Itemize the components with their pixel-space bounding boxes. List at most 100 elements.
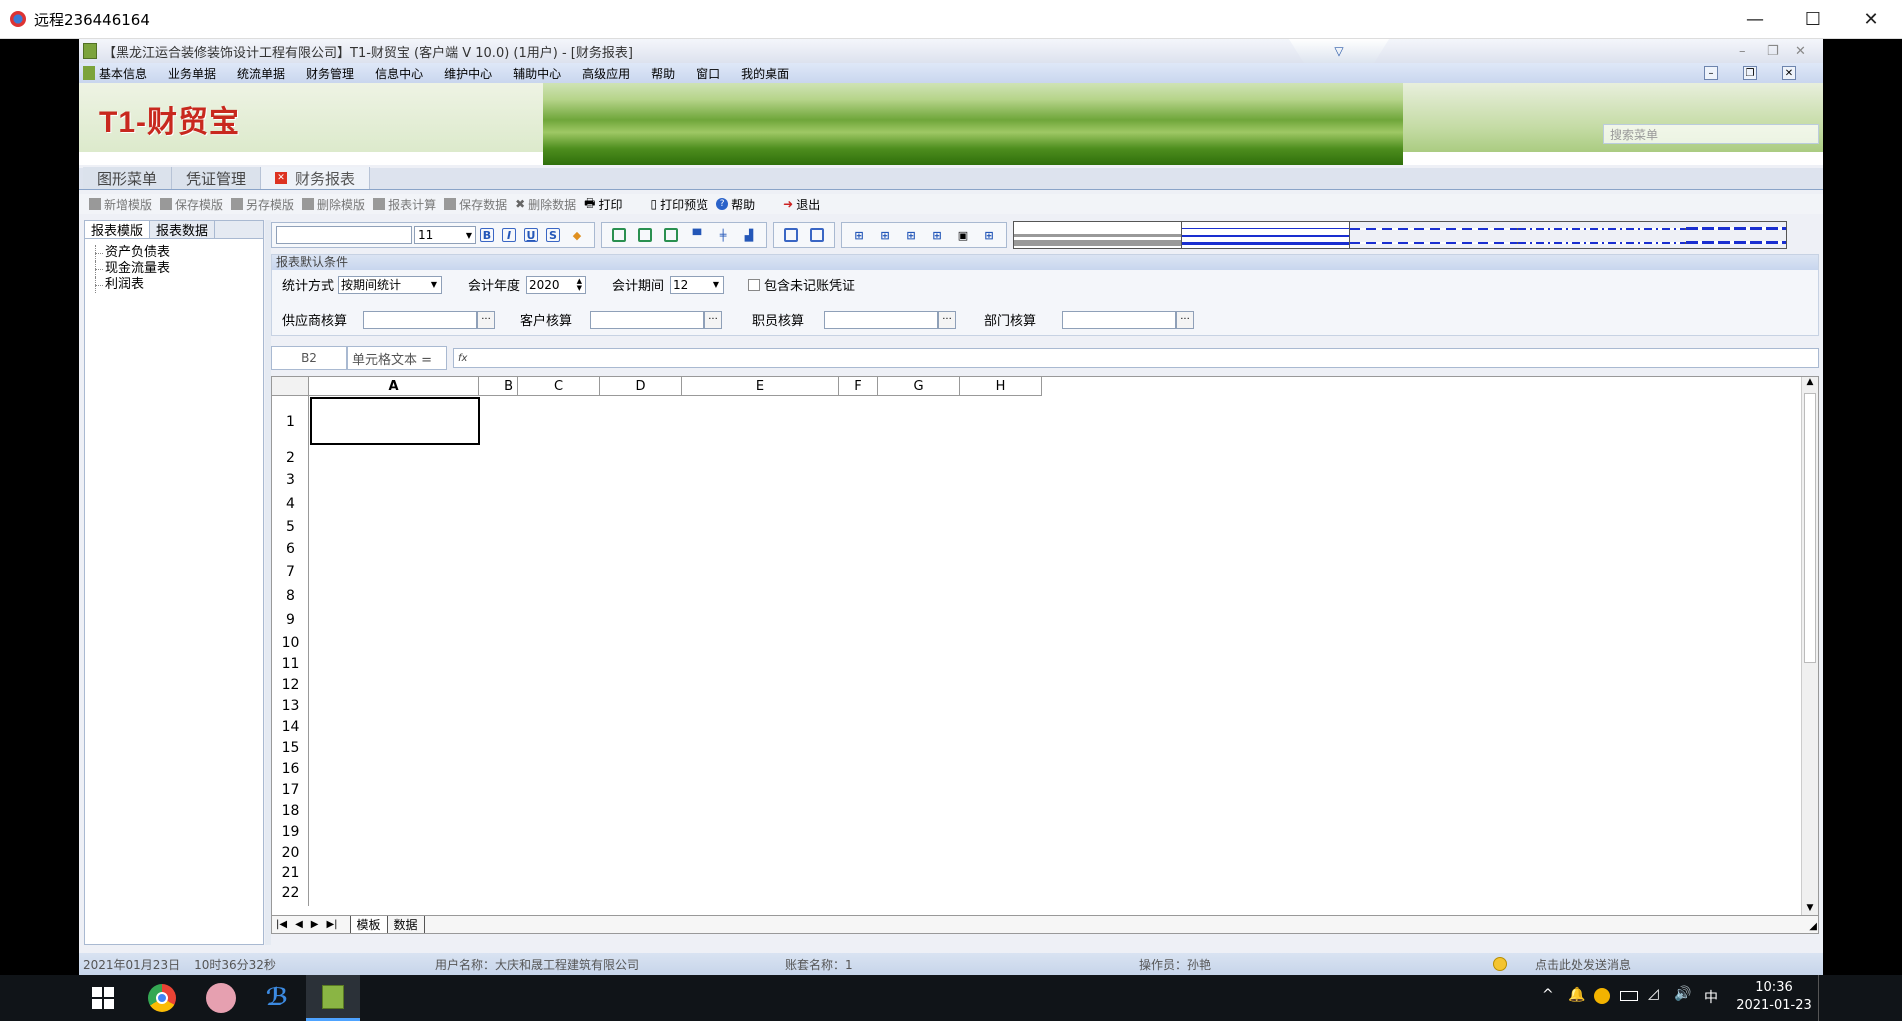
line-style-blue[interactable] xyxy=(1182,222,1350,248)
align-middle-icon[interactable]: ╪ xyxy=(714,226,732,244)
menu-item[interactable]: 辅助中心 xyxy=(513,65,561,82)
underline-button[interactable]: U xyxy=(524,228,538,242)
row-header[interactable]: 10 xyxy=(272,632,309,654)
employee-lookup-button[interactable]: ··· xyxy=(938,310,957,329)
row-header[interactable]: 12 xyxy=(272,674,309,695)
menu-item[interactable]: 基本信息 xyxy=(99,65,147,82)
prev-sheet-icon[interactable]: ◀ xyxy=(295,919,303,930)
search-menu-input[interactable]: 搜索菜单 xyxy=(1603,124,1819,144)
row-header[interactable]: 4 xyxy=(272,492,309,516)
maximize-button[interactable]: ☐ xyxy=(1784,0,1842,39)
row-header[interactable]: 17 xyxy=(272,779,309,800)
customer-lookup-button[interactable]: ··· xyxy=(704,310,723,329)
close-button[interactable]: ✕ xyxy=(1842,0,1900,39)
row-header[interactable]: 20 xyxy=(272,842,309,863)
row-header[interactable]: 15 xyxy=(272,737,309,758)
select-all-corner[interactable] xyxy=(272,377,309,396)
row-header[interactable]: 11 xyxy=(272,654,309,674)
save-template-button[interactable]: 保存模版 xyxy=(160,196,223,213)
font-size-select[interactable]: 11 ▼ xyxy=(414,226,476,244)
scroll-thumb[interactable] xyxy=(1804,393,1816,663)
tab-report-templates[interactable]: 报表模版 xyxy=(85,221,151,239)
line-style-dashdot[interactable] xyxy=(1518,222,1686,248)
clock[interactable]: 10:36 2021-01-23 xyxy=(1734,979,1814,1015)
row-header[interactable]: 7 xyxy=(272,560,309,584)
new-template-button[interactable]: 新增模版 xyxy=(89,196,152,213)
start-button[interactable] xyxy=(92,987,114,1009)
game-app-icon[interactable] xyxy=(206,983,236,1013)
row-header[interactable]: 13 xyxy=(272,695,309,716)
tab-report-data[interactable]: 报表数据 xyxy=(150,221,216,239)
first-sheet-icon[interactable]: |◀ xyxy=(276,919,287,930)
align-center-icon[interactable] xyxy=(636,226,654,244)
row-header[interactable]: 2 xyxy=(272,448,309,468)
merge-cells-icon[interactable] xyxy=(782,226,800,244)
save-data-button[interactable]: 保存数据 xyxy=(444,196,507,213)
cell-reference[interactable]: B2 xyxy=(271,346,347,370)
row-header[interactable]: 14 xyxy=(272,716,309,737)
tree-item-income-statement[interactable]: 利润表 xyxy=(85,277,263,293)
row-header[interactable]: 3 xyxy=(272,468,309,492)
menu-item[interactable]: 高级应用 xyxy=(582,65,630,82)
ime-indicator[interactable]: 中 xyxy=(1704,987,1718,1007)
show-desktop-button[interactable] xyxy=(1818,975,1822,1021)
mdi-close-icon[interactable]: ✕ xyxy=(1782,66,1796,80)
vertical-scrollbar[interactable]: ▲ ▼ xyxy=(1801,377,1818,917)
selected-cell-a1[interactable] xyxy=(310,397,480,445)
menu-item[interactable]: 窗口 xyxy=(696,65,720,82)
menu-item[interactable]: 我的桌面 xyxy=(741,65,789,82)
period-select[interactable]: 12 ▼ xyxy=(670,275,725,294)
volume-icon[interactable]: 🔊 xyxy=(1674,986,1691,1002)
border-outer-icon[interactable]: ⊞ xyxy=(902,226,920,244)
resize-corner-icon[interactable]: ◢ xyxy=(1809,921,1817,932)
menu-item[interactable]: 帮助 xyxy=(651,65,675,82)
dept-lookup-button[interactable]: ··· xyxy=(1176,310,1195,329)
browser-app-icon[interactable]: ℬ xyxy=(262,983,292,1013)
mdi-minimize-icon[interactable]: – xyxy=(1704,66,1718,80)
column-header-c[interactable]: C xyxy=(518,377,600,396)
stat-method-select[interactable]: 按期间统计 ▼ xyxy=(338,275,443,294)
align-left-icon[interactable] xyxy=(610,226,628,244)
column-header-h[interactable]: H xyxy=(960,377,1042,396)
tree-item-balance-sheet[interactable]: 资产负债表 xyxy=(85,245,263,261)
bold-button[interactable]: B xyxy=(480,228,494,242)
customer-input[interactable] xyxy=(590,310,705,329)
column-header-g[interactable]: G xyxy=(878,377,960,396)
supplier-lookup-button[interactable]: ··· xyxy=(477,310,496,329)
tab-graphic-menu[interactable]: 图形菜单 xyxy=(83,167,173,189)
line-style-thick-dashed[interactable] xyxy=(1686,222,1786,248)
mdi-restore-icon[interactable]: ❐ xyxy=(1743,66,1757,80)
line-style-palette[interactable] xyxy=(1013,221,1787,249)
line-style-dashed[interactable] xyxy=(1350,222,1518,248)
next-sheet-icon[interactable]: ▶ xyxy=(311,919,319,930)
employee-input[interactable] xyxy=(824,310,939,329)
border-none-icon[interactable]: ⊞ xyxy=(980,226,998,244)
chrome-icon[interactable] xyxy=(148,984,176,1012)
formula-input[interactable]: fx xyxy=(453,348,1819,368)
delete-data-button[interactable]: ✖ 删除数据 xyxy=(515,196,576,213)
network-icon[interactable]: ◿ xyxy=(1648,986,1659,1002)
column-header-e[interactable]: E xyxy=(682,377,839,396)
tab-voucher-management[interactable]: 凭证管理 xyxy=(172,167,262,189)
tree-item-cash-flow[interactable]: 现金流量表 xyxy=(85,261,263,277)
align-top-icon[interactable]: ▀ xyxy=(688,226,706,244)
row-header[interactable]: 8 xyxy=(272,584,309,608)
t1-app-taskbar-button[interactable] xyxy=(306,975,360,1021)
column-header-b[interactable]: B xyxy=(479,377,518,396)
battery-icon[interactable] xyxy=(1620,991,1638,1001)
column-header-f[interactable]: F xyxy=(839,377,878,396)
save-as-template-button[interactable]: 另存模版 xyxy=(231,196,294,213)
menu-item[interactable]: 信息中心 xyxy=(375,65,423,82)
print-button[interactable]: 🖶 打印 xyxy=(584,194,622,215)
last-sheet-icon[interactable]: ▶| xyxy=(326,919,337,930)
row-header[interactable]: 1 xyxy=(272,396,309,448)
notification-icon[interactable]: 🔔 xyxy=(1568,987,1585,1003)
column-header-d[interactable]: D xyxy=(600,377,682,396)
row-header[interactable]: 5 xyxy=(272,516,309,538)
sheet-tab-template[interactable]: 模板 xyxy=(349,916,388,933)
column-header-a[interactable]: A xyxy=(309,377,479,396)
row-header[interactable]: 6 xyxy=(272,538,309,560)
sheet-tab-data[interactable]: 数据 xyxy=(388,916,425,933)
border-all-icon[interactable]: ⊞ xyxy=(850,226,868,244)
line-style-solid[interactable] xyxy=(1014,222,1182,248)
